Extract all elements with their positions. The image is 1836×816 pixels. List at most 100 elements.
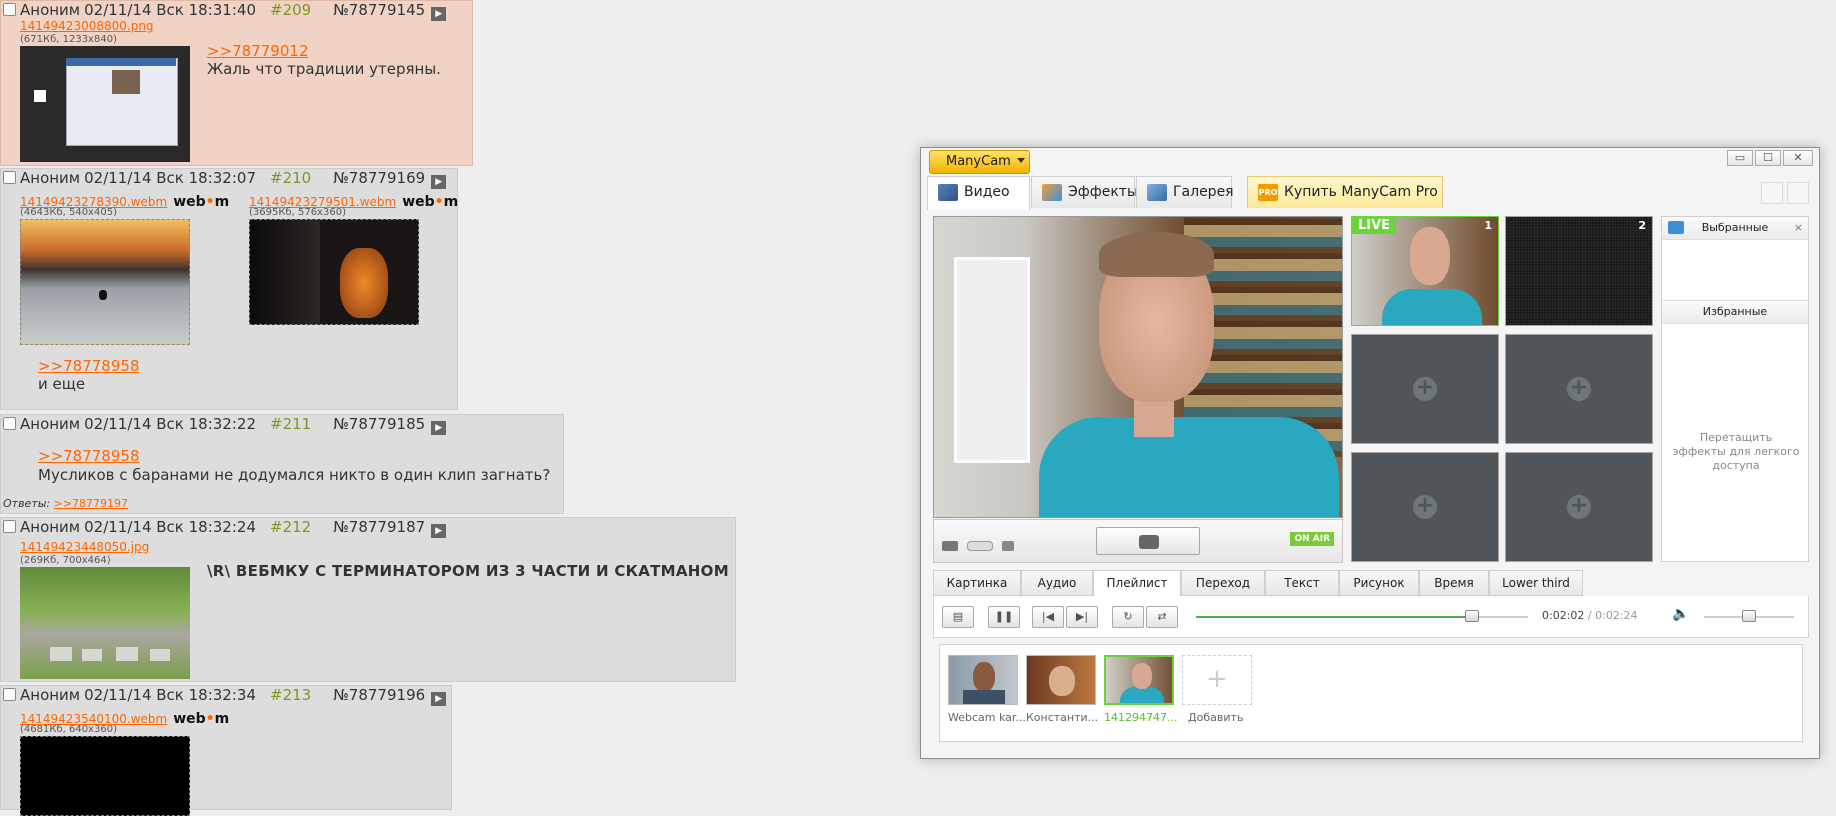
empty-source-slot[interactable]: + xyxy=(1505,452,1653,562)
post-number[interactable]: #212 xyxy=(270,518,311,536)
post-checkbox[interactable] xyxy=(3,520,16,533)
next-button[interactable]: ▶| xyxy=(1066,606,1098,628)
pro-icon: PRO xyxy=(1258,184,1278,201)
post-id[interactable]: №78779169 xyxy=(333,169,425,187)
image-thumbnail[interactable] xyxy=(20,567,190,679)
tab-gallery[interactable]: Галерея xyxy=(1136,176,1234,208)
post-number[interactable]: #211 xyxy=(270,415,311,433)
post-checkbox[interactable] xyxy=(3,688,16,701)
replies-line: Ответы: >>78779197 xyxy=(3,497,128,510)
tab-lower-third[interactable]: Lower third xyxy=(1489,570,1583,596)
tab-drawing[interactable]: Рисунок xyxy=(1339,570,1419,596)
playlist-item-selected[interactable] xyxy=(1104,655,1174,705)
post-number[interactable]: #213 xyxy=(270,686,311,704)
seek-bar[interactable] xyxy=(1196,610,1528,622)
post-id[interactable]: №78779196 xyxy=(333,686,425,704)
post-checkbox[interactable] xyxy=(3,417,16,430)
minimize-button[interactable]: ▭ xyxy=(1727,150,1753,166)
playlist-menu-button[interactable]: ▤ xyxy=(942,606,974,628)
repeat-button[interactable]: ↻ xyxy=(1112,606,1144,628)
post-number[interactable]: #210 xyxy=(270,169,311,187)
shuffle-button[interactable]: ⇄ xyxy=(1146,606,1178,628)
file-info: (671Кб, 1233x840) xyxy=(20,34,117,45)
file-info: (269Кб, 700x464) xyxy=(20,555,111,566)
manycam-menu-button[interactable]: ManyCam xyxy=(929,150,1030,174)
webm-badge: web•m xyxy=(402,194,459,210)
source-1-live[interactable]: LIVE 1 xyxy=(1351,216,1499,326)
playlist-item-label: Webcam kar... xyxy=(948,711,1026,724)
tab-text[interactable]: Текст xyxy=(1265,570,1339,596)
maximize-button[interactable]: ☐ xyxy=(1755,150,1781,166)
empty-source-slot[interactable]: + xyxy=(1505,334,1653,444)
tab-playlist[interactable]: Плейлист xyxy=(1093,570,1181,598)
tab-buy-pro[interactable]: PRO Купить ManyCam Pro xyxy=(1247,176,1443,208)
toggle-switch[interactable] xyxy=(967,541,994,551)
video-thumbnail[interactable] xyxy=(20,219,190,345)
tab-video[interactable]: Видео xyxy=(927,176,1030,210)
post-checkbox[interactable] xyxy=(3,171,16,184)
play-icon[interactable]: ▶ xyxy=(431,175,447,189)
source-number[interactable]: 2 xyxy=(1638,219,1646,232)
volume-icon[interactable]: 🔈 xyxy=(1672,606,1689,622)
playlist-item[interactable] xyxy=(948,655,1018,705)
tab-effects[interactable]: Эффекты xyxy=(1031,176,1138,208)
playlist: Webcam kar... Константи... 141294747... … xyxy=(939,644,1803,742)
add-playlist-item-button[interactable]: + xyxy=(1182,655,1252,705)
time-display: 0:02:02 / 0:02:24 xyxy=(1542,609,1638,622)
post-checkbox[interactable] xyxy=(3,3,16,16)
preview-toolbar: ON AIR xyxy=(933,519,1343,563)
gallery-icon xyxy=(1147,184,1167,201)
reply-link[interactable]: >>78778958 xyxy=(38,447,139,465)
close-button[interactable]: ✕ xyxy=(1783,150,1813,166)
post-header: Аноним 02/11/14 Вск 18:32:07 #210 №78779169… xyxy=(1,169,447,189)
play-icon[interactable]: ▶ xyxy=(431,421,447,435)
volume-handle[interactable] xyxy=(1742,610,1756,622)
document-icon[interactable] xyxy=(1761,182,1783,204)
file-link[interactable]: 14149423008800.png xyxy=(20,19,154,33)
post-213: Аноним 02/11/14 Вск 18:32:34 #213 №78779196… xyxy=(0,685,452,816)
camera-icon xyxy=(1139,535,1159,549)
empty-source-slot[interactable]: + xyxy=(1351,334,1499,444)
replies-link[interactable]: >>78779197 xyxy=(54,497,128,510)
snapshot-icon[interactable] xyxy=(1002,541,1015,551)
empty-source-slot[interactable]: + xyxy=(1351,452,1499,562)
close-icon[interactable]: × xyxy=(1794,217,1803,239)
tab-transition[interactable]: Переход xyxy=(1181,570,1265,596)
post-id[interactable]: №78779185 xyxy=(333,415,425,433)
volume-slider[interactable] xyxy=(1704,610,1794,622)
post-id[interactable]: №78779145 xyxy=(333,1,425,19)
tab-time[interactable]: Время xyxy=(1419,570,1489,596)
video-thumbnail[interactable] xyxy=(249,219,419,325)
post-number[interactable]: #209 xyxy=(270,1,311,19)
play-icon[interactable]: ▶ xyxy=(431,524,447,538)
source-number[interactable]: 1 xyxy=(1484,219,1492,232)
post-date: 02/11/14 Вск 18:32:22 xyxy=(84,415,256,433)
play-icon[interactable]: ▶ xyxy=(431,692,447,706)
tab-audio[interactable]: Аудио xyxy=(1021,570,1093,596)
snapshot-button[interactable] xyxy=(1096,527,1200,555)
camera-icon[interactable] xyxy=(942,541,958,551)
previous-button[interactable]: |◀ xyxy=(1032,606,1064,628)
selected-area xyxy=(1662,240,1808,300)
live-badge: LIVE xyxy=(1352,217,1397,234)
play-icon[interactable]: ▶ xyxy=(431,7,447,21)
add-label: Добавить xyxy=(1188,711,1244,724)
tab-picture[interactable]: Картинка xyxy=(933,570,1021,596)
share-icon[interactable] xyxy=(1787,182,1809,204)
post-date: 02/11/14 Вск 18:32:24 xyxy=(84,518,256,536)
effects-sidebar: Выбранные × Избранные Перетащить эффекты… xyxy=(1661,216,1809,562)
playlist-item[interactable] xyxy=(1026,655,1096,705)
source-2[interactable]: 2 xyxy=(1505,216,1653,326)
add-source-icon: + xyxy=(1567,495,1591,519)
video-thumbnail[interactable] xyxy=(20,736,190,816)
effects-icon xyxy=(1042,184,1062,201)
pause-button[interactable]: ❚❚ xyxy=(988,606,1020,628)
reply-link[interactable]: >>78779012 xyxy=(207,42,308,60)
seek-handle[interactable] xyxy=(1464,610,1479,622)
post-id[interactable]: №78779187 xyxy=(333,518,425,536)
reply-link[interactable]: >>78778958 xyxy=(38,357,139,375)
image-thumbnail[interactable] xyxy=(20,46,190,162)
webm-badge: web•m xyxy=(173,711,230,727)
file-link[interactable]: 14149423448050.jpg xyxy=(20,540,149,554)
file-info: (4643Кб, 540x405) xyxy=(20,207,117,218)
